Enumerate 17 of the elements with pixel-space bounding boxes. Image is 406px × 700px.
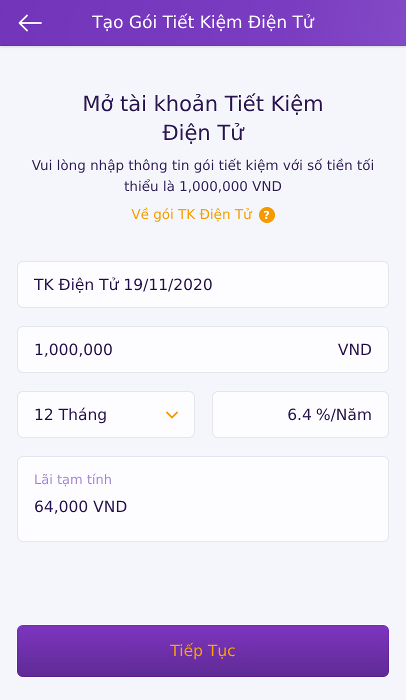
continue-button[interactable]: Tiếp Tục (17, 625, 389, 677)
description-text: Vui lòng nhập thông tin gói tiết kiệm với số tiền tối thiểu là 1,000,000 VND (30, 157, 376, 197)
page-heading: Điện Tử (161, 120, 246, 147)
term-dropdown[interactable]: 12 Tháng (17, 391, 194, 438)
chevron-down-icon (166, 410, 178, 418)
screen-title: Tạo Gói Tiết Kiệm Điện Tử (92, 13, 314, 33)
interest-value: 64,000 VND (34, 498, 128, 516)
currency-label: VND (338, 340, 372, 358)
rate-unit: %/Năm (316, 406, 372, 424)
amount-field[interactable]: 1,000,000 VND (17, 326, 389, 373)
term-value: 12 Tháng (34, 406, 108, 424)
back-arrow-icon[interactable] (18, 14, 42, 32)
rate-value: 6.4 (287, 406, 312, 424)
amount-value: 1,000,000 (34, 340, 113, 358)
name-field[interactable]: TK Điện Tử 19/11/2020 (17, 261, 389, 308)
interest-label: Lãi tạm tính (34, 473, 113, 488)
page-heading: Mở tài khoản Tiết Kiệm (82, 91, 324, 118)
